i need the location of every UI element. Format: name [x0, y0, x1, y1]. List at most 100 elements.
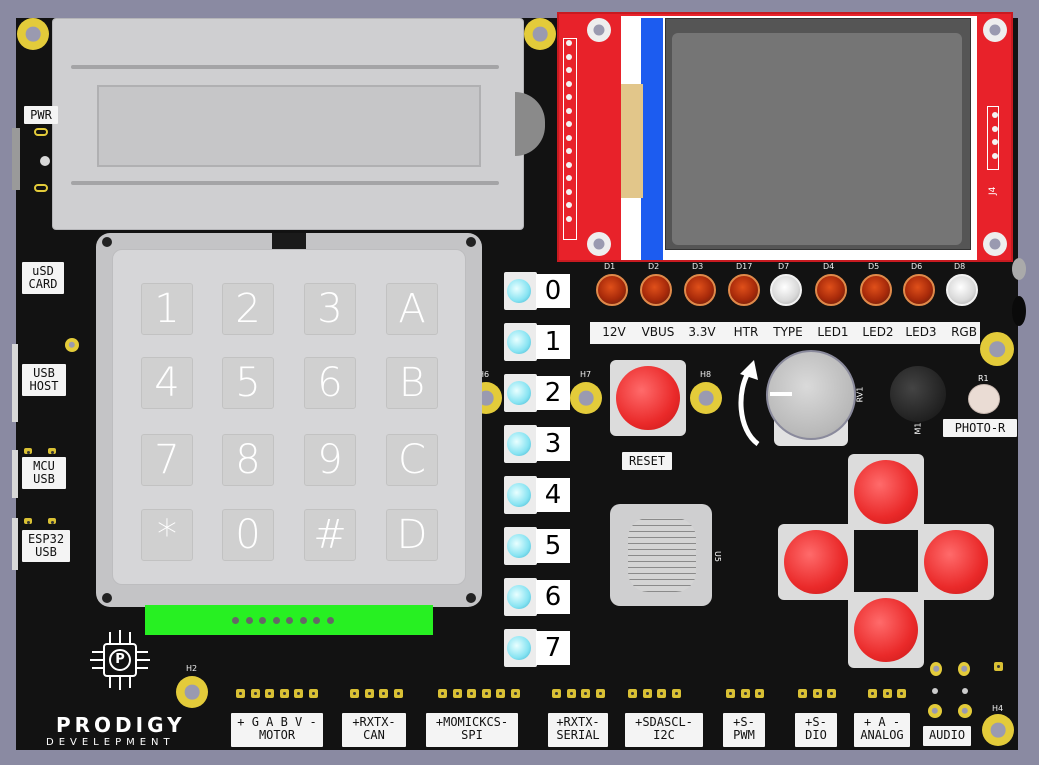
led-button-led: [507, 585, 531, 609]
header-pin: [581, 689, 590, 698]
header-pin: [882, 689, 892, 698]
led-button[interactable]: 5: [504, 527, 570, 565]
led-button-number: 3: [536, 427, 570, 461]
keypad-key[interactable]: 8: [222, 434, 274, 486]
tft-j4-pin: [992, 139, 998, 145]
keypad-key[interactable]: 9: [304, 434, 356, 486]
dpad-right-cap[interactable]: [924, 530, 988, 594]
keypad-key[interactable]: 6: [304, 357, 356, 409]
joystick-cap[interactable]: [628, 518, 696, 592]
header-name-text: MOTOR: [258, 728, 296, 742]
led-button[interactable]: 3: [504, 425, 570, 463]
header-pin: [595, 689, 605, 698]
led-button[interactable]: 6: [504, 578, 570, 616]
led-button[interactable]: 2: [504, 374, 570, 412]
indicator-led: [946, 274, 978, 306]
potentiometer-indicator: [770, 392, 792, 396]
indicator-led: [770, 274, 802, 306]
led-button[interactable]: 1: [504, 323, 570, 361]
mcu-usb-port[interactable]: [12, 450, 18, 498]
esp32-usb-port[interactable]: [12, 518, 18, 570]
header-label: +SDASCL- I2C: [625, 713, 703, 747]
led-button[interactable]: 7: [504, 629, 570, 667]
dpad-up-cap[interactable]: [854, 460, 918, 524]
led-button-number: 6: [536, 580, 570, 614]
dpad-up-button[interactable]: [848, 454, 924, 530]
indicator-led-ref: D5: [868, 262, 880, 271]
header-name-text: AUDIO: [928, 728, 966, 742]
audio-pad: [994, 662, 1003, 671]
led-button-led: [507, 279, 531, 303]
usb-pad: [24, 518, 32, 524]
header-pin: [628, 689, 637, 698]
mount-hole: [524, 18, 556, 50]
tft-header-pin: [566, 202, 572, 208]
mount-hole-h7: [570, 382, 602, 414]
header-pin: [798, 689, 807, 698]
keypad-key[interactable]: *: [141, 509, 193, 561]
keypad-key[interactable]: 7: [141, 434, 193, 486]
header-name-text: DIO: [805, 728, 827, 742]
dpad-left-button[interactable]: [778, 524, 854, 600]
dpad-right-button[interactable]: [918, 524, 994, 600]
led-button[interactable]: 4: [504, 476, 570, 514]
keypad-key[interactable]: 4: [141, 357, 193, 409]
tft-header-pin: [566, 134, 572, 141]
indicator-led-ref: D1: [604, 262, 616, 271]
header-label: +S- DIO: [795, 713, 837, 747]
audio-pad: [958, 662, 970, 676]
keypad-key[interactable]: 5: [222, 357, 274, 409]
keypad-key[interactable]: 3: [304, 283, 356, 335]
keypad-key[interactable]: 0: [222, 509, 274, 561]
reset-button-cap[interactable]: [616, 366, 680, 430]
indicator-led: [596, 274, 628, 306]
dpad-left-cap[interactable]: [784, 530, 848, 594]
indicator-led-ref: D8: [954, 262, 966, 271]
header-label: + A - ANALOG: [854, 713, 910, 747]
tft-header-pin: [566, 80, 572, 87]
header-name-text: I2C: [653, 728, 675, 742]
reset-switch[interactable]: [610, 360, 686, 436]
keypad-key[interactable]: #: [304, 509, 356, 561]
header-pin: [868, 689, 877, 698]
tft-ribbon-tab: [621, 84, 643, 198]
header-label: +RXTX- SERIAL: [548, 713, 608, 747]
brand-sub: DEVELEPMENT: [46, 737, 175, 748]
tft-mount-hole: [983, 18, 1007, 42]
tft-header-pin: [566, 121, 572, 127]
mount-hole: [65, 338, 79, 352]
led-button[interactable]: 0: [504, 272, 570, 310]
keypad-key[interactable]: B: [386, 357, 438, 409]
hole-label-h7: H7: [580, 370, 592, 379]
char-lcd-module: [52, 18, 524, 230]
indicator-led-ref: D2: [648, 262, 660, 271]
dpad-down-cap[interactable]: [854, 598, 918, 662]
tft-module: J4: [557, 12, 1013, 262]
keypad-key[interactable]: C: [386, 434, 438, 486]
reset-label: RESET: [622, 452, 672, 470]
audio-pad: [962, 688, 968, 694]
led-button-number: 7: [536, 631, 570, 665]
pwr-label: PWR: [24, 106, 58, 124]
dpad-down-button[interactable]: [848, 592, 924, 668]
header-pin: [452, 689, 462, 698]
usb-host-port[interactable]: [12, 344, 18, 422]
keypad-key[interactable]: 1: [141, 283, 193, 335]
header-pin: [308, 689, 318, 698]
header-pin: [364, 689, 374, 698]
header-pin: [279, 689, 289, 698]
header-name-text: SERIAL: [556, 728, 600, 742]
keypad-key[interactable]: 2: [222, 283, 274, 335]
photo-r-label: PHOTO-R: [943, 419, 1017, 437]
indicator-led-ref: D4: [823, 262, 835, 271]
brand-name: PRODIGY: [56, 713, 186, 737]
header-pin: [236, 689, 245, 698]
power-switch[interactable]: [12, 128, 20, 190]
keypad-key[interactable]: D: [386, 509, 438, 561]
indicator-led-label: HTR: [733, 325, 759, 339]
usb-host-label: USB HOST: [22, 364, 66, 396]
header-name-text: SPI: [461, 728, 483, 742]
keypad-key[interactable]: A: [386, 283, 438, 335]
header-pin: [510, 689, 520, 698]
tft-j4-pin: [992, 125, 998, 132]
